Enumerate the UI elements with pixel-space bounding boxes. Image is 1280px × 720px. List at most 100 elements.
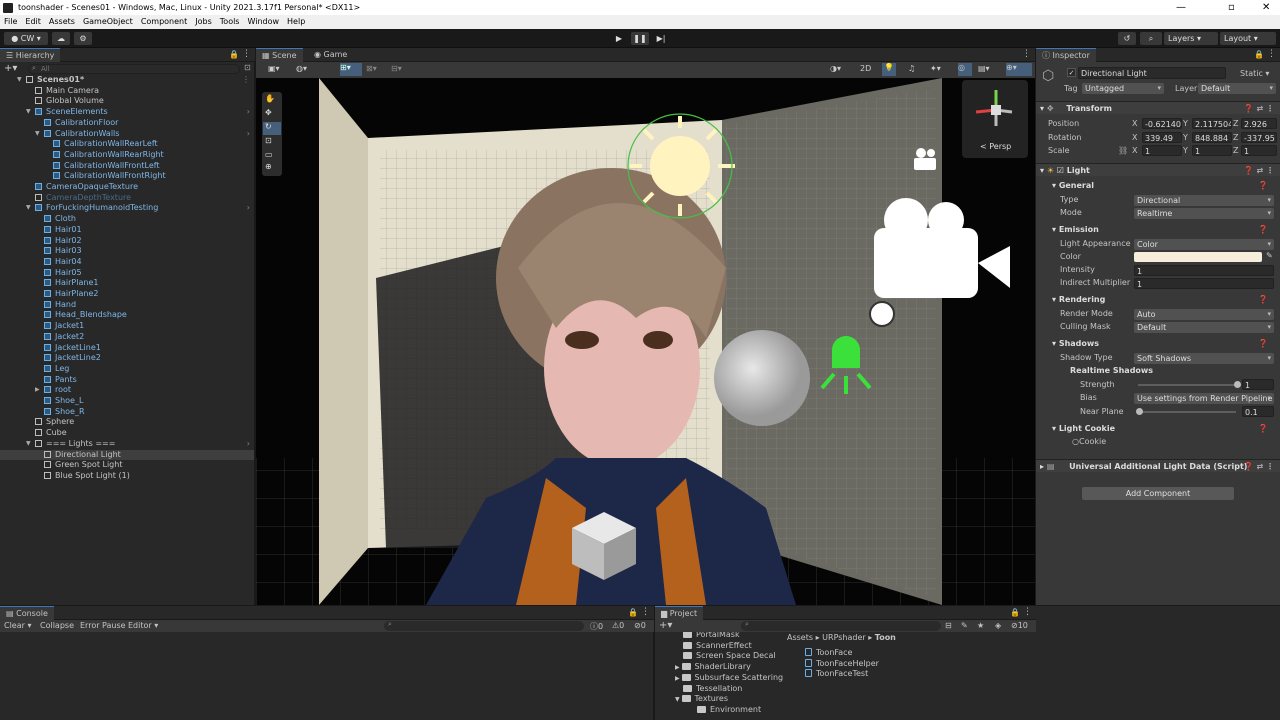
bias-dropdown[interactable]: Use settings from Render Pipeline	[1134, 393, 1274, 404]
transform-tool-icon[interactable]: ⊕	[265, 162, 272, 171]
log-count[interactable]: ⓘ0	[590, 621, 603, 632]
orientation-gizmo[interactable]: < Persp	[962, 80, 1028, 158]
hierarchy-item[interactable]: ▶ root	[0, 385, 254, 396]
draw-mode-icon[interactable]: ▣▾	[268, 64, 280, 73]
breadcrumb-assets[interactable]: Assets	[787, 633, 813, 642]
tag-dropdown[interactable]: Untagged	[1082, 83, 1164, 94]
layers-dropdown[interactable]: Layers ▾	[1164, 32, 1218, 45]
project-folder[interactable]: ScannerEffect	[683, 641, 752, 652]
maximize-icon[interactable]: ▫	[1228, 0, 1235, 15]
project-file[interactable]: ToonFaceHelper	[805, 658, 879, 670]
light-enabled-checkbox[interactable]: ☑	[1057, 166, 1064, 175]
eyedropper-icon[interactable]: ✎	[1266, 251, 1273, 260]
hierarchy-item[interactable]: Hair01	[0, 225, 254, 236]
project-folder[interactable]: ▶ ShaderLibrary	[675, 662, 751, 673]
expand-arrow-icon[interactable]: ▼	[675, 696, 682, 703]
emission-section[interactable]: ▾ Emission	[1052, 225, 1099, 234]
more-options-icon[interactable]: ⋮	[242, 49, 251, 59]
component-menu-icon[interactable]: ❓ ⇄ ⋮	[1244, 164, 1274, 177]
play-button[interactable]: ▶	[610, 32, 628, 45]
lock-icon[interactable]: 🔒	[628, 608, 638, 617]
menu-help[interactable]: Help	[283, 15, 309, 29]
more-options-icon[interactable]: ⋮	[641, 607, 650, 617]
transform-header[interactable]: ▾ ✥ Transform ❓ ⇄ ⋮	[1036, 101, 1280, 114]
general-section[interactable]: ▾ General	[1052, 181, 1094, 190]
gizmo-toggle-icon[interactable]: ◍▾	[296, 64, 307, 73]
lock-icon[interactable]: 🔒	[229, 50, 239, 59]
scale-tool-icon[interactable]: ⊡	[265, 136, 272, 145]
hierarchy-item[interactable]: HairPlane2	[0, 289, 254, 300]
projection-label[interactable]: < Persp	[980, 142, 1011, 151]
hierarchy-item[interactable]: HairPlane1	[0, 278, 254, 289]
prefab-open-icon[interactable]: ›	[247, 203, 250, 214]
expand-arrow-icon[interactable]: ▶	[675, 664, 682, 671]
tab-inspector[interactable]: ⓘ Inspector	[1036, 48, 1096, 62]
expand-arrow-icon[interactable]: ▶	[35, 385, 40, 396]
more-options-icon[interactable]: ⋮	[1023, 607, 1032, 617]
history-icon[interactable]: ↺	[1118, 32, 1136, 45]
rotate-tool-icon[interactable]: ↻	[263, 122, 281, 135]
menu-file[interactable]: File	[0, 15, 21, 29]
project-folder[interactable]: Environment	[697, 705, 761, 716]
rect-tool-icon[interactable]: ▭	[265, 150, 273, 159]
hierarchy-item[interactable]: Pants	[0, 375, 254, 386]
expand-arrow-icon[interactable]: ▼	[17, 75, 22, 86]
hierarchy-item[interactable]: ▼ ForFuckingHumanoidTesting ›	[0, 203, 254, 214]
mode-dropdown[interactable]: Realtime	[1134, 208, 1274, 219]
hierarchy-item[interactable]: Shoe_R	[0, 407, 254, 418]
light-header[interactable]: ▾ ☀ ☑ Light ❓ ⇄ ⋮	[1036, 163, 1280, 176]
rendering-section[interactable]: ▾ Rendering	[1052, 295, 1105, 304]
add-icon[interactable]: +▾	[4, 63, 17, 74]
menu-edit[interactable]: Edit	[21, 15, 45, 29]
minimize-icon[interactable]: —	[1176, 0, 1186, 15]
gizmos-dropdown[interactable]: ⊕▾	[1006, 63, 1032, 76]
hierarchy-item[interactable]: Head_Blendshape	[0, 310, 254, 321]
menu-window[interactable]: Window	[243, 15, 283, 29]
close-icon[interactable]: ✕	[1262, 0, 1270, 15]
tab-project[interactable]: ▆ Project	[655, 606, 704, 620]
position-x-input[interactable]: -0.62140	[1142, 118, 1182, 129]
collapse-button[interactable]: Collapse	[40, 621, 74, 630]
more-options-icon[interactable]: ⋮	[1022, 49, 1031, 59]
hierarchy-item[interactable]: Green Spot Light	[0, 460, 254, 471]
layer-dropdown[interactable]: Default	[1198, 83, 1276, 94]
object-name-input[interactable]: Directional Light	[1078, 67, 1226, 79]
prefab-open-icon[interactable]: ›	[247, 129, 250, 140]
project-folder[interactable]: Screen Space Decal	[683, 651, 776, 662]
console-search-input[interactable]: ⌕	[384, 620, 584, 631]
hidden-objects-icon[interactable]: ◎	[958, 63, 972, 76]
cookie-field[interactable]: ○Cookie	[1072, 436, 1106, 448]
strength-slider[interactable]	[1138, 381, 1241, 388]
error-pause-button[interactable]: Error Pause	[80, 621, 126, 630]
project-file[interactable]: ToonFaceTest	[805, 669, 868, 680]
project-folder[interactable]: Tessellation	[683, 684, 742, 695]
search-by-label-icon[interactable]: ✎	[961, 621, 968, 630]
hierarchy-item[interactable]: Jacket1	[0, 321, 254, 332]
render-mode-dropdown[interactable]: Auto	[1134, 309, 1274, 320]
hierarchy-item[interactable]: Hair03	[0, 246, 254, 257]
static-toggle[interactable]: Static ▾	[1240, 68, 1269, 80]
menu-tools[interactable]: Tools	[216, 15, 244, 29]
hierarchy-item[interactable]: Blue Spot Light (1)	[0, 471, 254, 482]
hierarchy-item[interactable]: ▼ SceneElements ›	[0, 107, 254, 118]
help-icon[interactable]: ❓	[1258, 181, 1268, 190]
expand-arrow-icon[interactable]: ▼	[26, 203, 31, 214]
tab-console[interactable]: ▤ Console	[0, 606, 54, 620]
scale-x-input[interactable]: 1	[1142, 145, 1182, 156]
add-component-button[interactable]: Add Component	[1082, 487, 1234, 500]
camera-settings-icon[interactable]: ▤▾	[978, 64, 990, 73]
hierarchy-search-input[interactable]: ⌕ All	[28, 64, 240, 74]
hierarchy-item[interactable]: ▼ CalibrationWalls ›	[0, 129, 254, 140]
audio-toggle-icon[interactable]: ♫	[908, 64, 915, 73]
help-icon[interactable]: ❓	[1258, 225, 1268, 234]
hierarchy-item[interactable]: Cube	[0, 428, 254, 439]
hierarchy-item[interactable]: Hair04	[0, 257, 254, 268]
hierarchy-item[interactable]: ▼ Scenes01* ⋮	[0, 75, 254, 86]
prefab-open-icon[interactable]: ›	[247, 439, 250, 450]
hierarchy-item[interactable]: CalibrationWallRearRight	[0, 150, 254, 161]
more-options-icon[interactable]: ⋮	[1267, 49, 1276, 59]
position-y-input[interactable]: 2.117504	[1192, 118, 1232, 129]
cloud-icon[interactable]: ☁	[52, 32, 70, 45]
step-button[interactable]: ▶|	[652, 32, 670, 45]
link-icon[interactable]: ⛓	[1118, 145, 1128, 157]
